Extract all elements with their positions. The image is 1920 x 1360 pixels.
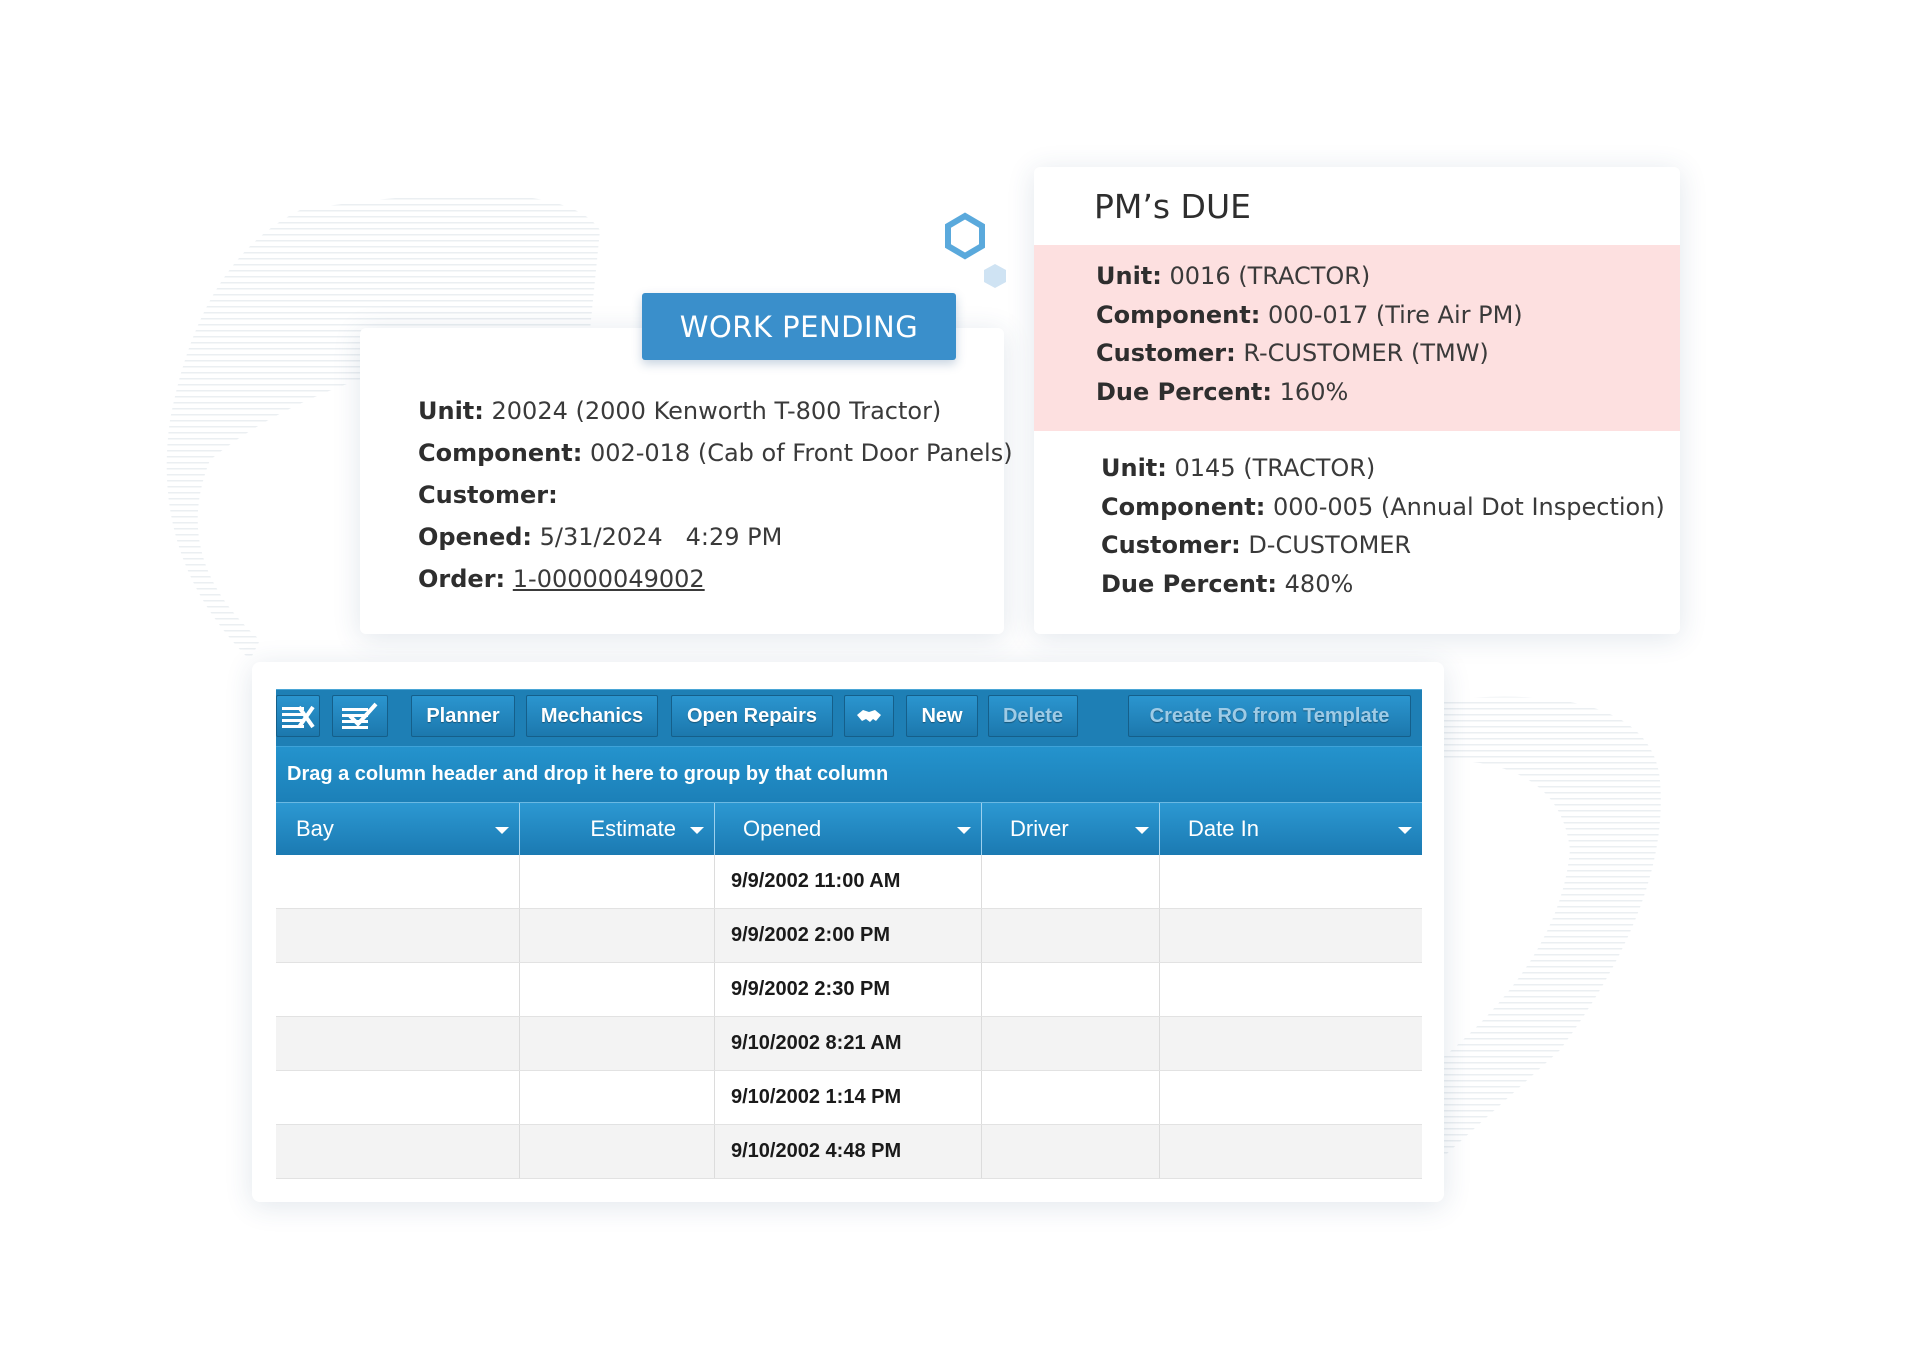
hexagon-small-icon xyxy=(984,264,1006,288)
export-button[interactable] xyxy=(276,695,320,737)
cell-date-in xyxy=(1160,1125,1422,1178)
column-header-date-in[interactable]: Date In xyxy=(1160,803,1422,855)
export-excel-icon xyxy=(282,705,315,729)
cell-driver xyxy=(982,1071,1160,1124)
wp-customer: Customer: xyxy=(418,481,558,509)
approve-button[interactable] xyxy=(332,695,388,737)
cell-date-in xyxy=(1160,1017,1422,1070)
pm-customer: Customer: D-CUSTOMER xyxy=(1101,531,1412,559)
planner-button[interactable]: Planner xyxy=(411,695,515,737)
chevron-down-icon[interactable] xyxy=(1398,827,1412,834)
cell-driver xyxy=(982,1017,1160,1070)
pm-component: Component: 000-005 (Annual Dot Inspectio… xyxy=(1101,492,1665,521)
wp-opened: Opened: 5/31/2024 4:29 PM xyxy=(418,523,783,551)
hexagon-large-icon xyxy=(945,212,985,260)
cell-estimate xyxy=(520,1017,715,1070)
cell-opened: 9/10/2002 1:14 PM xyxy=(715,1071,982,1124)
cell-opened: 9/9/2002 2:30 PM xyxy=(715,963,982,1016)
table-row[interactable]: 9/9/2002 11:00 AM xyxy=(276,855,1422,909)
cell-opened: 9/9/2002 11:00 AM xyxy=(715,855,982,908)
column-header-bay[interactable]: Bay xyxy=(276,803,520,855)
cell-bay xyxy=(276,1071,520,1124)
wp-component: Component: 002-018 (Cab of Front Door Pa… xyxy=(418,439,1013,467)
cell-driver xyxy=(982,1125,1160,1178)
work-pending-details: Unit: 20024 (2000 Kenworth T-800 Tractor… xyxy=(418,390,1013,600)
cell-estimate xyxy=(520,963,715,1016)
column-header-driver[interactable]: Driver xyxy=(982,803,1160,855)
new-button[interactable]: New xyxy=(906,695,978,737)
pm-due-percent: Due Percent: 480% xyxy=(1101,569,1354,598)
chevron-down-icon[interactable] xyxy=(690,827,704,834)
group-by-drop-area[interactable]: Drag a column header and drop it here to… xyxy=(276,746,1422,802)
wp-unit: Unit: 20024 (2000 Kenworth T-800 Tractor… xyxy=(418,397,942,425)
cell-date-in xyxy=(1160,909,1422,962)
handshake-icon xyxy=(857,710,881,722)
pm-item[interactable]: Unit: 0145 (TRACTOR) Component: 000-005 … xyxy=(1034,431,1680,631)
cell-driver xyxy=(982,909,1160,962)
order-link[interactable]: 1-00000049002 xyxy=(513,565,705,593)
pms-due-title: PM’s DUE xyxy=(1094,187,1251,226)
pms-due-card: PM’s DUE Unit: 0016 (TRACTOR) Component:… xyxy=(1034,167,1680,634)
chevron-down-icon[interactable] xyxy=(495,827,509,834)
pm-due-percent: Due Percent: 160% xyxy=(1096,377,1349,406)
table-row[interactable]: 9/9/2002 2:00 PM xyxy=(276,909,1422,963)
cell-date-in xyxy=(1160,1071,1422,1124)
cell-bay xyxy=(276,1125,520,1178)
cell-bay xyxy=(276,855,520,908)
cell-estimate xyxy=(520,855,715,908)
chevron-down-icon[interactable] xyxy=(1135,827,1149,834)
cell-driver xyxy=(982,963,1160,1016)
table-row[interactable]: 9/9/2002 2:30 PM xyxy=(276,963,1422,1017)
pm-component: Component: 000-017 (Tire Air PM) xyxy=(1096,300,1523,329)
grid-toolbar: Planner Mechanics Open Repairs New Delet… xyxy=(276,689,1422,746)
cell-bay xyxy=(276,963,520,1016)
work-pending-card: Unit: 20024 (2000 Kenworth T-800 Tractor… xyxy=(360,328,1013,634)
chevron-down-icon[interactable] xyxy=(957,827,971,834)
cell-bay xyxy=(276,1017,520,1070)
cell-estimate xyxy=(520,1125,715,1178)
cell-bay xyxy=(276,909,520,962)
cell-estimate xyxy=(520,909,715,962)
cell-opened: 9/10/2002 4:48 PM xyxy=(715,1125,982,1178)
column-header-estimate[interactable]: Estimate xyxy=(520,803,715,855)
open-repairs-button[interactable]: Open Repairs xyxy=(671,695,833,737)
cell-opened: 9/10/2002 8:21 AM xyxy=(715,1017,982,1070)
table-row[interactable]: 9/10/2002 1:14 PM xyxy=(276,1071,1422,1125)
repair-grid: Planner Mechanics Open Repairs New Delet… xyxy=(276,689,1422,1179)
table-row[interactable]: 9/10/2002 8:21 AM xyxy=(276,1017,1422,1071)
wp-order: Order: 1-00000049002 xyxy=(418,565,705,593)
pm-unit: Unit: 0016 (TRACTOR) xyxy=(1096,262,1371,290)
cell-opened: 9/9/2002 2:00 PM xyxy=(715,909,982,962)
table-row[interactable]: 9/10/2002 4:48 PM xyxy=(276,1125,1422,1179)
cell-estimate xyxy=(520,1071,715,1124)
checklist-icon xyxy=(342,702,378,729)
mechanics-button[interactable]: Mechanics xyxy=(526,695,658,737)
cell-driver xyxy=(982,855,1160,908)
work-pending-badge: WORK PENDING xyxy=(642,293,956,360)
delete-button[interactable]: Delete xyxy=(988,695,1078,737)
pm-item-overdue[interactable]: Unit: 0016 (TRACTOR) Component: 000-017 … xyxy=(1034,245,1680,431)
column-header-opened[interactable]: Opened xyxy=(715,803,982,855)
pm-unit: Unit: 0145 (TRACTOR) xyxy=(1101,454,1376,482)
cell-date-in xyxy=(1160,963,1422,1016)
repair-grid-card: Planner Mechanics Open Repairs New Delet… xyxy=(252,662,1444,1202)
create-ro-from-template-button[interactable]: Create RO from Template xyxy=(1128,695,1411,737)
handshake-button[interactable] xyxy=(844,695,894,737)
cell-date-in xyxy=(1160,855,1422,908)
grid-body: 9/9/2002 11:00 AM 9/9/2002 2:00 PM 9/9/2… xyxy=(276,855,1422,1179)
pm-customer: Customer: R-CUSTOMER (TMW) xyxy=(1096,339,1489,367)
grid-header: Bay Estimate Opened Driver Date In xyxy=(276,802,1422,855)
